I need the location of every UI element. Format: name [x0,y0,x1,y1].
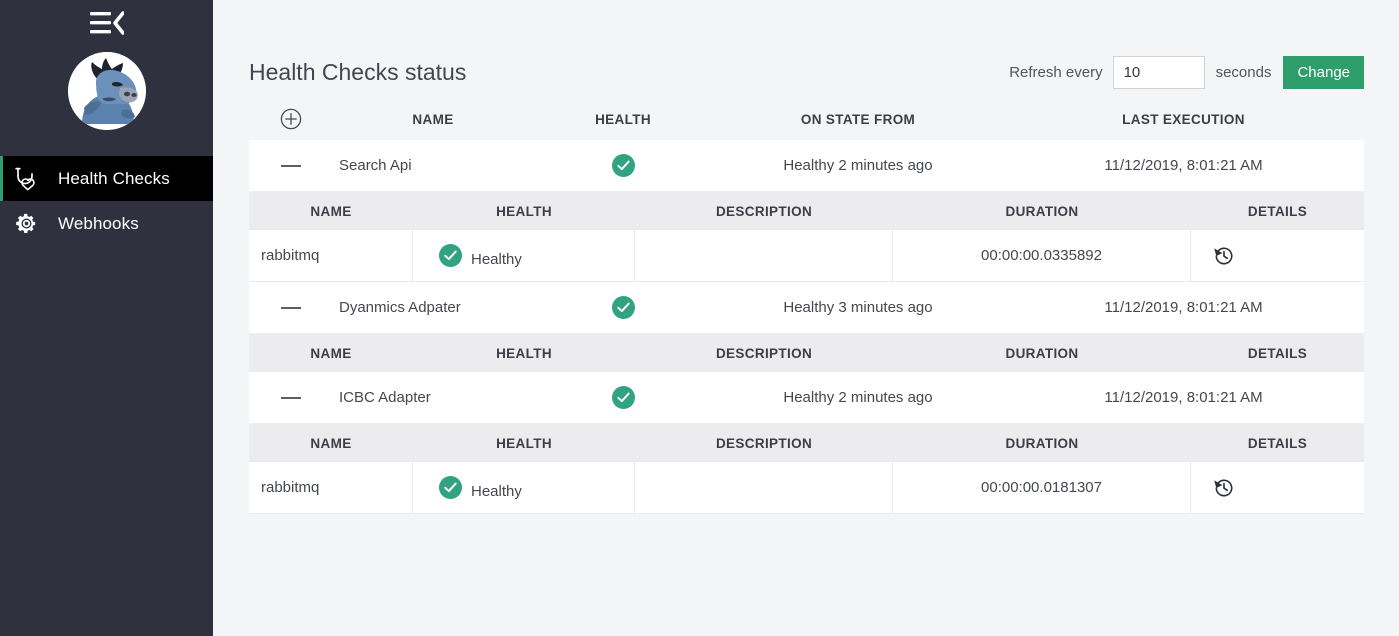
entry-name: rabbitmq [249,230,413,281]
stethoscope-heart-icon [6,166,46,192]
group-health-cell [533,386,713,409]
sidebar-item-health-checks[interactable]: Health Checks [0,156,213,201]
minus-icon[interactable] [281,396,301,399]
seconds-label: seconds [1215,63,1272,81]
entry-health-text: Healthy [471,251,522,268]
sub-column-header-name: NAME [310,345,352,361]
avatar-wrap [0,46,213,156]
entry-health-cell: Healthy [413,230,635,281]
change-button[interactable]: Change [1283,55,1364,89]
sidebar-item-webhooks[interactable]: Webhooks [0,201,213,246]
column-header-name: NAME [412,111,454,127]
collapse-toggle-cell [249,306,333,309]
sub-column-header-name: NAME [310,203,352,219]
sub-table-header-row: NAME HEALTH DESCRIPTION DURATION DETAILS [249,334,1364,372]
column-header-last-execution: LAST EXECUTION [1122,111,1245,127]
column-header-on-state-from: ON STATE FROM [800,111,916,127]
group-last-execution: 11/12/2019, 8:01:21 AM [1104,389,1263,406]
minus-icon[interactable] [281,306,301,309]
sub-column-header-health: HEALTH [496,203,552,219]
plus-circle-icon[interactable] [280,108,302,130]
sidebar: Health Checks Webhooks [0,0,213,636]
expand-all-cell [249,108,333,130]
group-on-state-from: Healthy 3 minutes ago [783,299,933,316]
column-header-health: HEALTH [595,111,651,127]
entry-duration: 00:00:00.0335892 [893,230,1191,281]
check-circle-icon [611,154,635,177]
table-header-row: NAME HEALTH ON STATE FROM LAST EXECUTION [249,98,1364,140]
sub-table-header-row: NAME HEALTH DESCRIPTION DURATION DETAILS [249,424,1364,462]
group-last-execution: 11/12/2019, 8:01:21 AM [1104,299,1263,316]
sub-table-header-row: NAME HEALTH DESCRIPTION DURATION DETAILS [249,192,1364,230]
entry-description [635,462,893,513]
table-row[interactable]: Dyanmics Adpater Healthy 3 minutes ago 1… [249,282,1364,334]
group-health-cell [533,154,713,177]
check-circle-icon [439,476,462,499]
entry-health-text: Healthy [471,483,522,500]
sub-table-row[interactable]: rabbitmq Healthy 00:00:00.0335892 [249,230,1364,282]
refresh-interval-input[interactable] [1112,55,1205,89]
sub-column-header-description: DESCRIPTION [715,435,813,451]
group-name: Dyanmics Adpater [339,299,461,316]
entry-duration: 00:00:00.0181307 [893,462,1191,513]
history-icon[interactable] [1213,245,1235,267]
sub-column-header-details: DETAILS [1247,435,1308,451]
main-content: Health Checks status Refresh every secon… [213,0,1399,636]
group-last-execution: 11/12/2019, 8:01:21 AM [1104,157,1263,174]
sub-column-header-duration: DURATION [1005,203,1079,219]
health-checks-table: NAME HEALTH ON STATE FROM LAST EXECUTION… [249,98,1364,514]
sub-table: NAME HEALTH DESCRIPTION DURATION DETAILS… [249,424,1364,514]
refresh-controls: Refresh every seconds Change [1009,55,1364,89]
sub-column-header-details: DETAILS [1247,203,1308,219]
sub-table: NAME HEALTH DESCRIPTION DURATION DETAILS… [249,192,1364,282]
check-circle-icon [611,386,635,409]
group-name: ICBC Adapter [339,389,431,406]
sub-table-row[interactable]: rabbitmq Healthy 00:00:00.0181307 [249,462,1364,514]
group-name: Search Api [339,157,412,174]
minus-icon[interactable] [281,164,301,167]
refresh-every-label: Refresh every [1009,63,1103,81]
app-root: Health Checks Webhooks Health Checks sta… [0,0,1399,636]
sidebar-item-label-webhooks: Webhooks [58,213,139,233]
table-row[interactable]: Search Api Healthy 2 minutes ago 11/12/2… [249,140,1364,192]
page-title: Health Checks status [249,58,467,85]
sub-column-header-description: DESCRIPTION [715,345,813,361]
sub-column-header-health: HEALTH [496,435,552,451]
sidebar-item-label-health-checks: Health Checks [58,168,170,188]
collapse-toggle-cell [249,164,333,167]
group-on-state-from: Healthy 2 minutes ago [783,157,933,174]
group-health-cell [533,296,713,319]
sub-column-header-name: NAME [310,435,352,451]
table-row[interactable]: ICBC Adapter Healthy 2 minutes ago 11/12… [249,372,1364,424]
sub-column-header-duration: DURATION [1005,435,1079,451]
collapse-toggle-cell [249,396,333,399]
entry-details-cell [1191,230,1364,281]
sidebar-collapse-row [0,0,213,46]
sub-column-header-duration: DURATION [1005,345,1079,361]
sub-table: NAME HEALTH DESCRIPTION DURATION DETAILS [249,334,1364,372]
entry-name: rabbitmq [249,462,413,513]
sub-column-header-details: DETAILS [1247,345,1308,361]
history-icon[interactable] [1213,477,1235,499]
menu-fold-icon[interactable] [89,10,125,36]
entry-health-cell: Healthy [413,462,635,513]
topbar: Health Checks status Refresh every secon… [213,0,1399,98]
gear-icon [6,212,46,235]
avatar [67,52,146,130]
check-circle-icon [439,244,462,267]
sub-column-header-health: HEALTH [496,345,552,361]
sub-column-header-description: DESCRIPTION [715,203,813,219]
check-circle-icon [611,296,635,319]
group-on-state-from: Healthy 2 minutes ago [783,389,933,406]
entry-description [635,230,893,281]
entry-details-cell [1191,462,1364,513]
